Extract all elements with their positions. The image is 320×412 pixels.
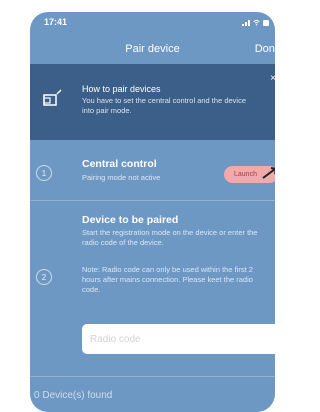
signal-icon xyxy=(242,19,250,26)
radio-code-note: Note: Radio code can only be used within… xyxy=(82,265,253,294)
radio-code-input[interactable] xyxy=(82,324,275,354)
step-1-badge: 1 xyxy=(36,165,52,181)
page-title: Pair device xyxy=(125,43,180,55)
device-to-pair-instructions: Start the registration mode on the devic… xyxy=(82,228,258,247)
section-divider xyxy=(30,376,275,377)
phone-screen: 17:41 Pair device Done How to pair devic… xyxy=(30,12,275,412)
launch-label: Launch xyxy=(234,171,257,178)
central-control-title: Central control xyxy=(82,158,157,170)
step-2-badge: 2 xyxy=(36,269,52,285)
battery-icon xyxy=(263,19,269,26)
done-button[interactable]: Done xyxy=(255,43,275,55)
close-icon[interactable]: × xyxy=(270,73,275,84)
pair-devices-icon xyxy=(43,89,62,106)
navigation-bar: Pair device Done xyxy=(30,34,275,64)
status-time: 17:41 xyxy=(44,17,68,27)
device-to-pair-title: Device to be paired xyxy=(82,214,179,226)
howto-title: How to pair devices xyxy=(82,84,161,94)
wifi-icon xyxy=(253,19,260,26)
how-to-pair-banner: How to pair devices You have to set the … xyxy=(30,64,275,140)
status-bar: 17:41 xyxy=(30,12,275,34)
section-divider xyxy=(30,200,275,201)
central-control-status: Pairing mode not active xyxy=(82,173,161,182)
devices-found-count: 0 Device(s) found xyxy=(34,390,113,401)
launch-arrow-icon xyxy=(262,167,275,179)
launch-button[interactable]: Launch xyxy=(224,166,275,183)
status-icons xyxy=(242,19,269,26)
howto-text: You have to set the central control and … xyxy=(82,96,247,115)
